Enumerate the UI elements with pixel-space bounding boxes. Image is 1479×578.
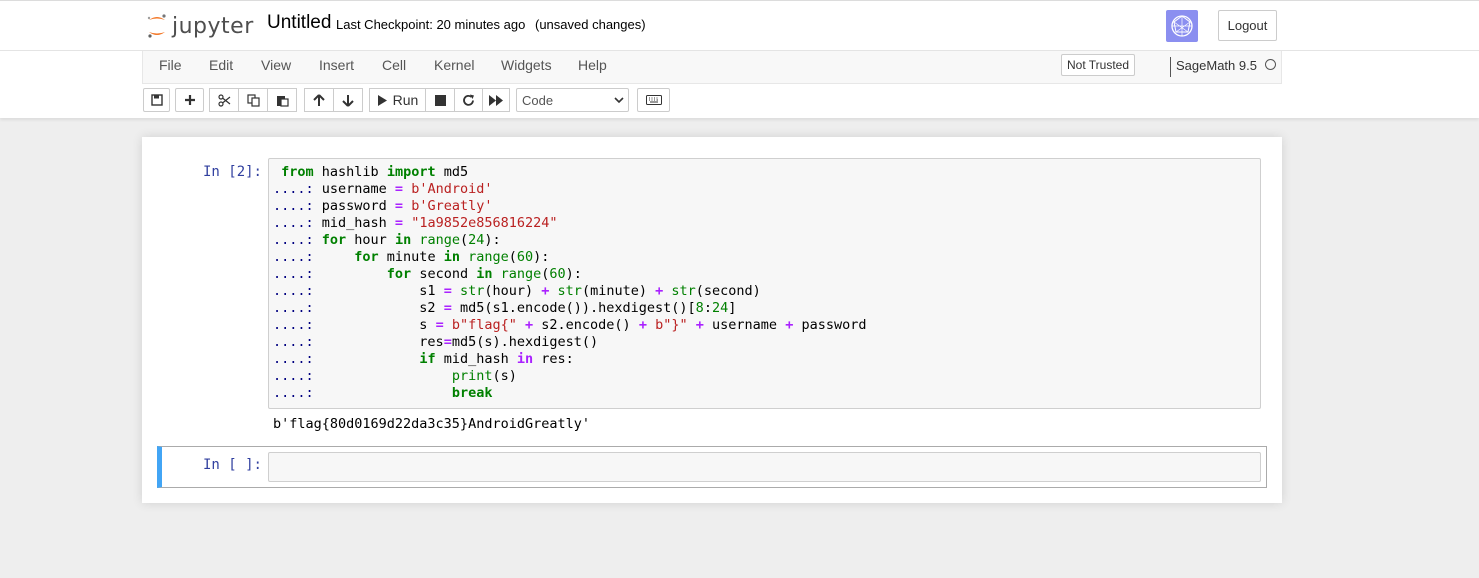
play-icon bbox=[377, 94, 387, 106]
paste-button[interactable] bbox=[267, 88, 297, 112]
cut-button[interactable] bbox=[209, 88, 239, 112]
keyboard-icon bbox=[645, 95, 662, 105]
checkpoint-status: Last Checkpoint: 20 minutes ago bbox=[336, 17, 526, 32]
save-icon bbox=[150, 94, 163, 106]
save-button[interactable] bbox=[143, 88, 170, 112]
code-cell-source: from hashlib import md5 ....: username =… bbox=[273, 164, 867, 401]
kernel-separator bbox=[1170, 57, 1171, 77]
fast-forward-icon bbox=[489, 94, 503, 106]
arrow-up-icon bbox=[313, 93, 325, 106]
kernel-name[interactable]: SageMath 9.5 bbox=[1176, 58, 1257, 73]
interrupt-button[interactable] bbox=[425, 88, 455, 112]
cell-prompt-empty: In [ ]: bbox=[202, 457, 262, 473]
restart-run-all-button[interactable] bbox=[482, 88, 510, 112]
menu-cell[interactable]: Cell bbox=[382, 57, 406, 73]
cell-type-value: Code bbox=[522, 92, 554, 108]
menu-insert[interactable]: Insert bbox=[319, 57, 354, 73]
move-down-button[interactable] bbox=[333, 88, 363, 112]
menubar: File Edit View Insert Cell Kernel Widget… bbox=[142, 51, 1282, 84]
jupyter-logo[interactable]: jupyter bbox=[146, 11, 254, 41]
kernel-idle-circle-icon bbox=[1265, 59, 1276, 70]
sagemath-logo-icon bbox=[1166, 10, 1198, 42]
jupyter-logo-icon bbox=[147, 14, 166, 38]
logout-button[interactable]: Logout bbox=[1218, 10, 1277, 41]
paste-icon bbox=[276, 95, 289, 107]
run-label: Run bbox=[392, 92, 419, 108]
not-trusted-button[interactable]: Not Trusted bbox=[1061, 54, 1135, 76]
menu-view[interactable]: View bbox=[261, 57, 291, 73]
chevron-down-icon bbox=[614, 97, 624, 104]
header: jupyter Untitled Last Checkpoint: 20 min… bbox=[0, 0, 1479, 118]
move-up-button[interactable] bbox=[304, 88, 334, 112]
toolbar: Run Code bbox=[142, 88, 1282, 114]
cell-output: b'flag{80d0169d22da3c35}AndroidGreatly' bbox=[273, 416, 590, 432]
menu-help[interactable]: Help bbox=[578, 57, 607, 73]
arrow-down-icon bbox=[342, 94, 354, 107]
restart-button[interactable] bbox=[454, 88, 483, 112]
menu-file[interactable]: File bbox=[159, 57, 182, 73]
cell-prompt: In [2]: bbox=[202, 164, 262, 180]
copy-icon bbox=[246, 93, 260, 107]
jupyter-logo-text: jupyter bbox=[172, 13, 254, 39]
command-palette-button[interactable] bbox=[637, 88, 670, 112]
autosave-status: (unsaved changes) bbox=[535, 17, 646, 32]
copy-button[interactable] bbox=[238, 88, 268, 112]
insert-cell-button[interactable] bbox=[175, 88, 204, 112]
cell-type-select[interactable]: Code bbox=[516, 88, 629, 112]
menu-kernel[interactable]: Kernel bbox=[434, 57, 474, 73]
restart-icon bbox=[463, 94, 474, 106]
cut-icon bbox=[217, 93, 230, 107]
menu-widgets[interactable]: Widgets bbox=[501, 57, 552, 73]
stop-icon bbox=[434, 94, 446, 106]
empty-code-cell-input[interactable] bbox=[268, 452, 1261, 482]
menu-edit[interactable]: Edit bbox=[209, 57, 233, 73]
notebook-name[interactable]: Untitled bbox=[267, 12, 331, 34]
plus-icon bbox=[184, 95, 195, 105]
run-button[interactable]: Run bbox=[369, 88, 426, 112]
